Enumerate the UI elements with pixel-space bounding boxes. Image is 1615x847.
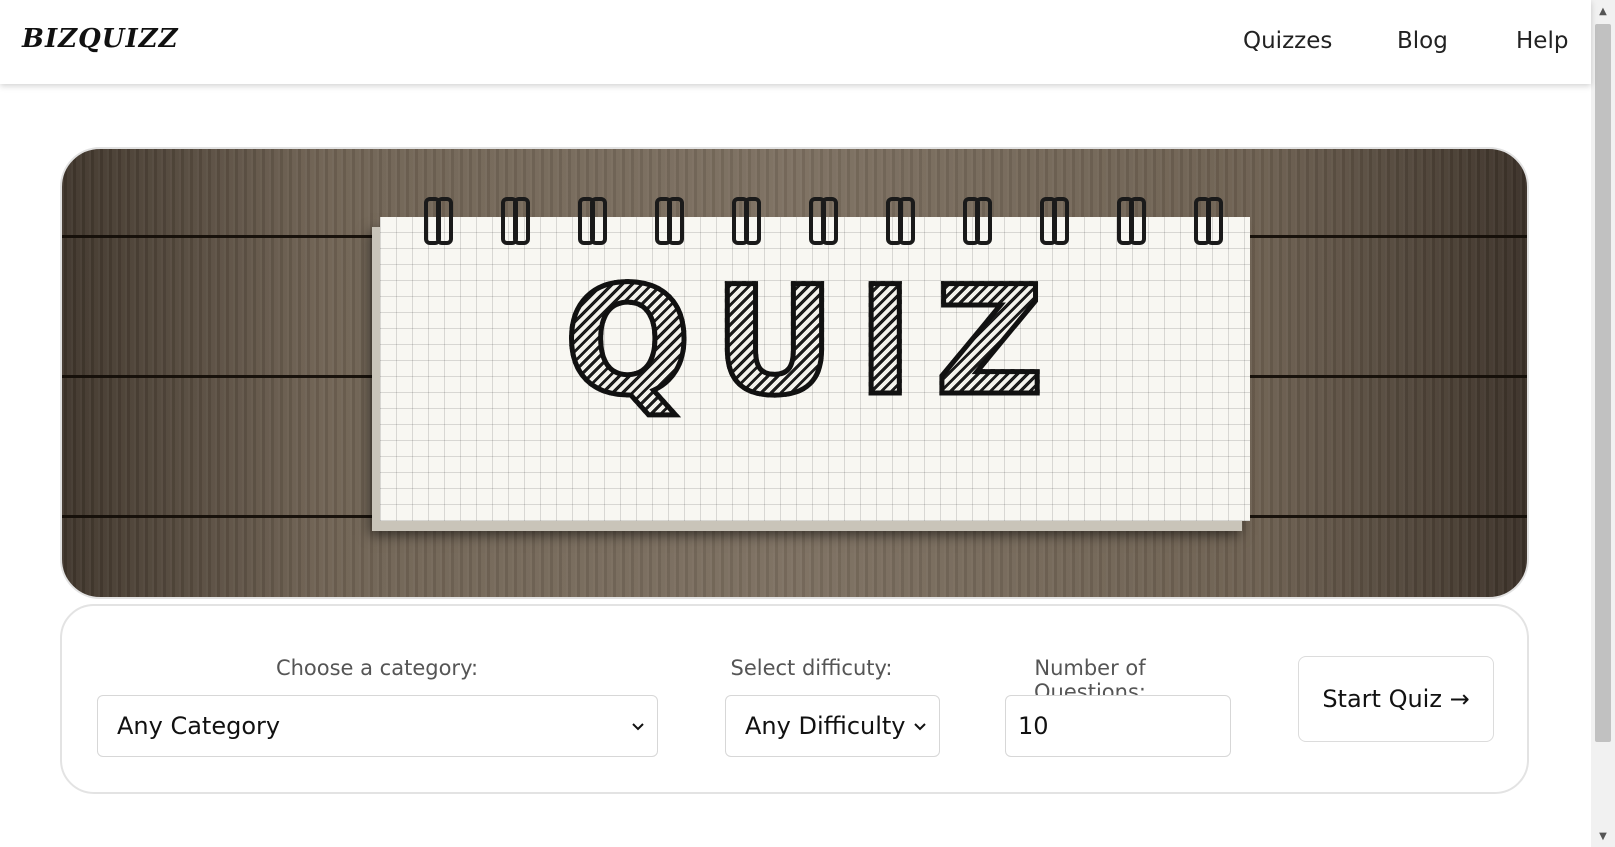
chevron-down-icon <box>632 723 644 731</box>
difficulty-select-value: Any Difficulty <box>745 712 906 740</box>
hero-image: QUIZ <box>60 147 1529 599</box>
category-select[interactable]: Any Category <box>97 695 658 757</box>
difficulty-label: Select difficuty: <box>730 656 893 680</box>
navbar: BIZQUIZZ Quizzes Blog Help <box>0 0 1591 84</box>
nav-link-help[interactable]: Help <box>1516 28 1568 54</box>
question-count-input[interactable]: 10 <box>1005 695 1231 757</box>
category-select-value: Any Category <box>117 712 281 740</box>
chevron-down-icon <box>914 723 926 731</box>
hero-quiz-text: QUIZ <box>380 265 1250 420</box>
arrow-down-icon[interactable]: ▼ <box>1591 825 1615 847</box>
nav-link-quizzes[interactable]: Quizzes <box>1243 28 1332 54</box>
difficulty-select[interactable]: Any Difficulty <box>725 695 940 757</box>
question-count-value: 10 <box>1018 712 1049 740</box>
category-label: Choose a category: <box>275 656 479 680</box>
nav-link-blog[interactable]: Blog <box>1397 28 1448 54</box>
quiz-settings-card: Choose a category: Select difficuty: Num… <box>60 604 1529 794</box>
start-quiz-button[interactable]: Start Quiz → <box>1298 656 1494 742</box>
notepad-rings <box>422 197 1223 245</box>
brand-logo[interactable]: BIZQUIZZ <box>22 24 179 54</box>
page-scrollbar[interactable]: ▲ ▼ <box>1591 0 1615 847</box>
arrow-up-icon[interactable]: ▲ <box>1591 0 1615 22</box>
scrollbar-thumb[interactable] <box>1595 24 1611 742</box>
